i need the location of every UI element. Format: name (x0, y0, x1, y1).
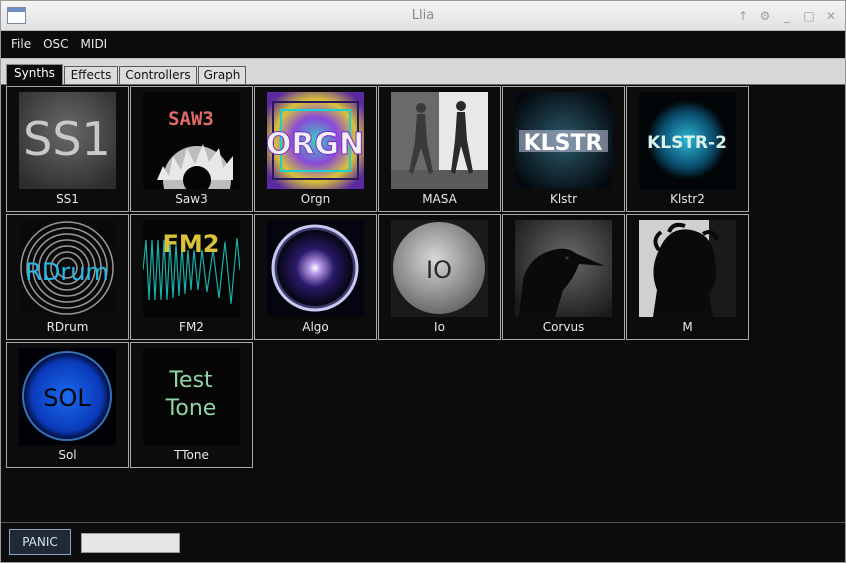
settings-icon[interactable]: ⚙ (759, 7, 771, 25)
sol-art-label: SOL (43, 384, 91, 412)
tab-graph[interactable]: Graph (198, 66, 246, 84)
ttone-art-line1: Test (168, 368, 213, 393)
synth-tile-sol[interactable]: SOL Sol (6, 342, 129, 468)
synth-tile-rdrum[interactable]: RDrum RDrum (6, 214, 129, 340)
menu-osc[interactable]: OSC (37, 31, 74, 57)
synth-tile-m[interactable]: M (626, 214, 749, 340)
panic-button[interactable]: PANIC (9, 529, 71, 555)
saw3-artwork: SAW3 (143, 92, 240, 189)
window-controls: ↑ ⚙ _ □ ✕ (737, 7, 837, 25)
synth-name: Klstr (549, 192, 578, 206)
app-window: Llia ↑ ⚙ _ □ ✕ File OSC MIDI Synths Effe… (0, 0, 846, 563)
synth-name: Sol (58, 448, 77, 462)
synth-name: RDrum (46, 320, 89, 334)
klstr-art-label: KLSTR (524, 131, 603, 156)
orgn-artwork: ORGN (267, 92, 364, 189)
synth-tile-algo[interactable]: Algo (254, 214, 377, 340)
synth-name: Klstr2 (670, 192, 705, 206)
maximize-icon[interactable]: □ (803, 7, 815, 25)
synth-tile-klstr[interactable]: KLSTR Klstr (502, 86, 625, 212)
synth-name: Corvus (542, 320, 585, 334)
menu-file[interactable]: File (5, 31, 37, 57)
synth-grid: SS1 SS1 SAW3 Saw3 ORGN Orgn MASA KLSTR K… (1, 85, 845, 523)
io-art-label: IO (426, 256, 452, 284)
window-title: Llia (411, 8, 435, 23)
orgn-art-label: ORGN (267, 127, 364, 162)
synth-tile-orgn[interactable]: ORGN Orgn (254, 86, 377, 212)
klstr2-art-label: KLSTR-2 (647, 133, 727, 153)
synth-name: FM2 (179, 320, 204, 334)
masa-artwork (391, 92, 488, 189)
klstr-artwork: KLSTR (515, 92, 612, 189)
close-icon[interactable]: ✕ (825, 7, 837, 25)
ss1-artwork: SS1 (19, 92, 116, 189)
synth-tile-saw3[interactable]: SAW3 Saw3 (130, 86, 253, 212)
synth-name: SS1 (56, 192, 79, 206)
fm2-artwork: FM2 (143, 220, 240, 317)
keep-above-icon[interactable]: ↑ (737, 7, 749, 25)
saw3-art-label: SAW3 (168, 108, 214, 130)
synth-tile-corvus[interactable]: Corvus (502, 214, 625, 340)
fm2-art-label: FM2 (163, 230, 220, 258)
synth-tile-masa[interactable]: MASA (378, 86, 501, 212)
ttone-artwork: Test Tone (143, 348, 240, 445)
m-artwork (639, 220, 736, 317)
synth-name: Algo (302, 320, 329, 334)
sol-artwork: SOL (19, 348, 116, 445)
synth-name: MASA (422, 192, 457, 206)
tab-effects[interactable]: Effects (64, 66, 118, 84)
synth-tile-klstr2[interactable]: KLSTR-2 Klstr2 (626, 86, 749, 212)
tab-controllers[interactable]: Controllers (119, 66, 197, 84)
bottom-bar: PANIC (1, 523, 845, 562)
synth-name: TTone (174, 448, 209, 462)
io-artwork: IO (391, 220, 488, 317)
synth-name: Orgn (300, 192, 331, 206)
ss1-art-label: SS1 (23, 112, 111, 166)
synth-tile-ss1[interactable]: SS1 SS1 (6, 86, 129, 212)
status-field[interactable] (81, 533, 180, 553)
corvus-artwork (515, 220, 612, 317)
synth-name: Saw3 (175, 192, 208, 206)
klstr2-artwork: KLSTR-2 (639, 92, 736, 189)
tab-synths[interactable]: Synths (6, 64, 63, 85)
synth-tile-fm2[interactable]: FM2 FM2 (130, 214, 253, 340)
menu-bar: File OSC MIDI (1, 31, 845, 57)
title-bar[interactable]: Llia ↑ ⚙ _ □ ✕ (1, 1, 845, 31)
rdrum-art-label: RDrum (25, 258, 109, 286)
synth-name: Io (434, 320, 445, 334)
menu-midi[interactable]: MIDI (75, 31, 114, 57)
synth-tile-io[interactable]: IO Io (378, 214, 501, 340)
algo-artwork (267, 220, 364, 317)
rdrum-artwork: RDrum (19, 220, 116, 317)
synth-name: M (682, 320, 693, 334)
minimize-icon[interactable]: _ (781, 7, 793, 25)
synth-tile-ttone[interactable]: Test Tone TTone (130, 342, 253, 468)
tab-strip: Synths Effects Controllers Graph (1, 58, 845, 85)
ttone-art-line2: Tone (165, 396, 217, 421)
